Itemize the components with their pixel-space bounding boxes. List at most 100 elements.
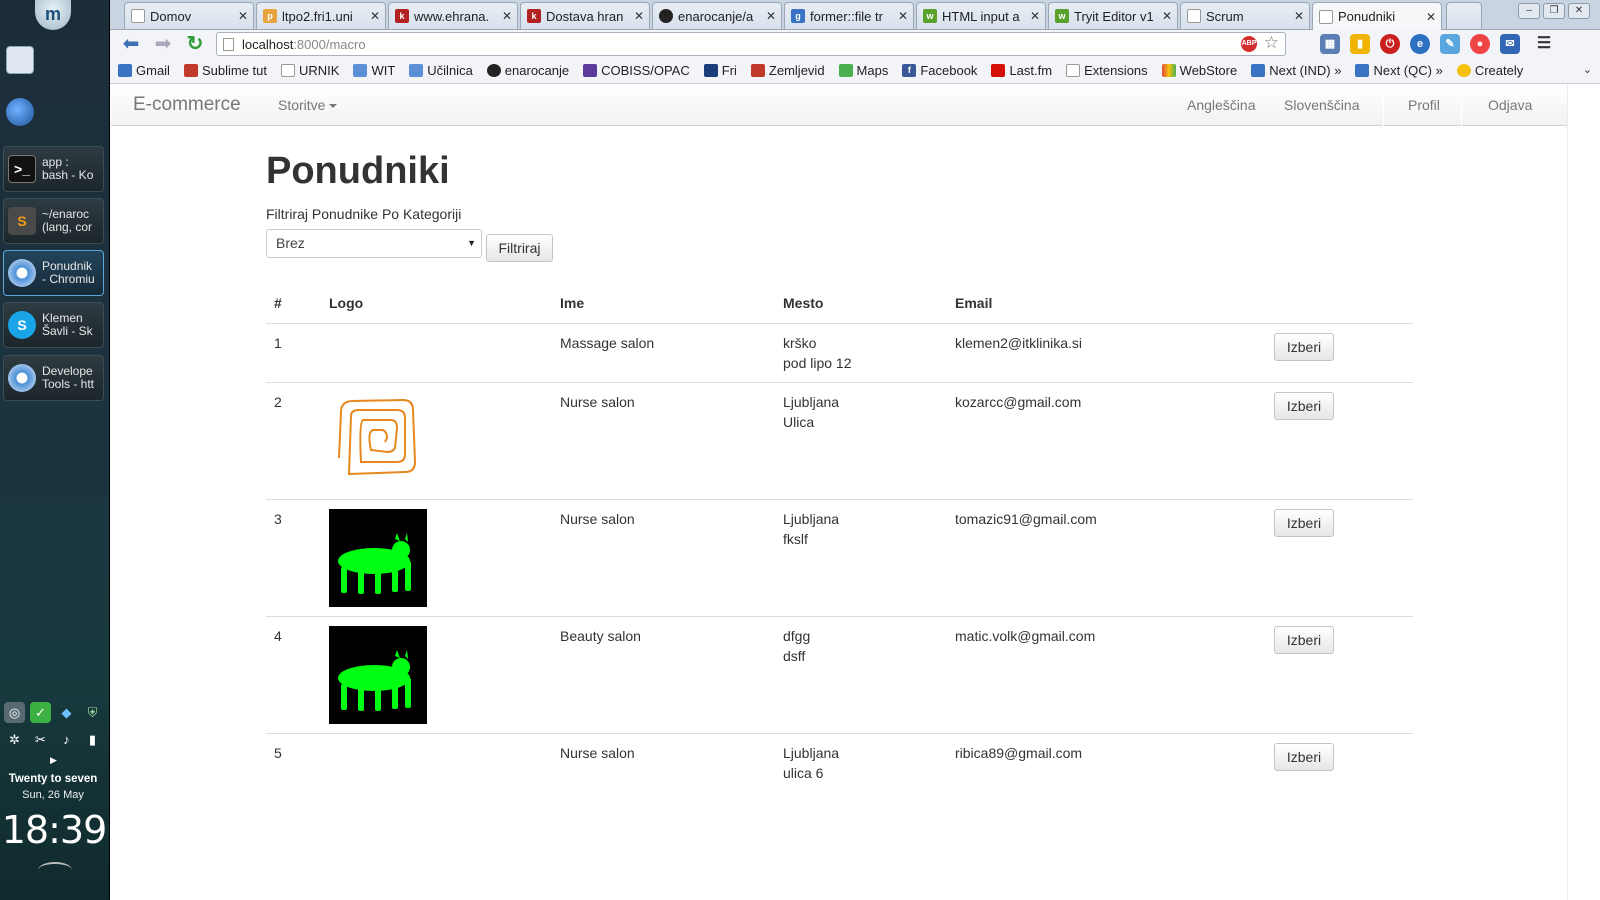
bookmark-facebook[interactable]: f Facebook [902,63,977,78]
page-scrollbar[interactable] [1567,84,1600,900]
task-chromium[interactable]: Ponudnik - Chromiu [3,250,104,296]
address-bar[interactable]: localhost:8000/macro ABP ☆ [216,32,1286,56]
back-icon[interactable]: ⬅ [118,32,144,56]
new-tab-button[interactable] [1446,2,1482,29]
logout-link[interactable]: Odjava [1488,97,1532,113]
bookmark-creately[interactable]: Creately [1456,63,1523,78]
mail-icon[interactable]: ✉ [1500,34,1520,54]
forward-icon[interactable]: ➡ [150,32,176,56]
battery-icon[interactable]: ▮ [82,729,103,750]
bookmark-wit[interactable]: WIT [353,63,395,78]
minimize-icon[interactable]: – [1518,3,1540,19]
tab-ltpo2[interactable]: p ltpo2.fri1.uni ✕ [256,2,386,29]
shield-icon[interactable]: ⛨ [82,702,103,723]
close-icon[interactable]: ✕ [897,9,909,23]
tab-github[interactable]: enarocanje/a ✕ [652,2,782,29]
tab-tryit[interactable]: w Tryit Editor v1 ✕ [1048,2,1178,29]
bookmark-ucilnica[interactable]: Učilnica [409,63,473,78]
extension-power-icon[interactable]: ⏻ [1380,34,1400,54]
bookmark-label: Last.fm [1009,63,1053,78]
task-skype[interactable]: S Klemen Šavli - Sk [3,302,104,348]
bookmark-zemljevid[interactable]: Zemljevid [750,63,825,78]
extension-e-icon[interactable]: e [1410,34,1430,54]
network-icon[interactable]: ◎ [4,702,25,723]
page-icon [1187,9,1201,23]
volume-icon[interactable]: ♪ [56,729,77,750]
files-icon[interactable] [6,46,34,74]
extension-grid-icon[interactable]: ▦ [1320,34,1340,54]
close-icon[interactable]: ✕ [1293,9,1305,23]
adblock-icon[interactable]: ABP [1241,36,1257,52]
select-vendor-button[interactable]: Izberi [1274,391,1334,420]
scissors-icon[interactable]: ✂ [30,729,51,750]
brand-link[interactable]: E-commerce [133,94,241,116]
thunderbird-icon[interactable] [6,98,34,126]
green-animal-logo-image [329,508,427,607]
bookmark-next-qc[interactable]: Next (QC) » [1355,63,1443,78]
tab-title: former::file tr [810,8,883,24]
bookmark-urnik[interactable]: URNIK [281,63,339,78]
close-icon[interactable]: ✕ [1029,9,1041,23]
profile-link[interactable]: Profil [1408,97,1440,113]
tab-scrum[interactable]: Scrum ✕ [1180,2,1310,29]
tab-dostava[interactable]: k Dostava hran ✕ [520,2,650,29]
close-icon[interactable]: ✕ [369,9,381,23]
chevron-down-icon[interactable]: ⌄ [1583,63,1592,76]
select-vendor-button[interactable]: Izberi [1274,508,1334,537]
url-path: :8000/macro [293,36,366,52]
tray-expand-icon[interactable]: ▶ [50,755,57,766]
bookmark-enarocanje[interactable]: enarocanje [486,63,569,78]
task-sublime[interactable]: S ~/enaroc (lang, cor [3,198,104,244]
close-icon[interactable]: ✕ [765,9,777,23]
bookmark-lastfm[interactable]: Last.fm [991,63,1052,78]
star-icon[interactable]: ☆ [1264,33,1279,53]
menu-icon[interactable]: ☰ [1534,34,1554,54]
extension-edit-icon[interactable]: ✎ [1440,34,1460,54]
tab-ponudniki[interactable]: Ponudniki ✕ [1312,2,1442,30]
category-select[interactable]: Brez ▼ [266,229,482,258]
bookmark-label: Fri [721,63,737,78]
page-icon [1319,9,1333,24]
select-vendor-button[interactable]: Izberi [1274,742,1334,771]
settings-icon[interactable]: ✲ [4,729,25,750]
close-icon[interactable]: ✕ [1161,9,1173,23]
services-dropdown[interactable]: Storitve [278,97,338,113]
eye-icon[interactable] [38,862,72,878]
tab-ehrana[interactable]: k www.ehrana. ✕ [388,2,518,29]
folder-icon [118,64,132,77]
lang-slovenian-link[interactable]: Slovenščina [1284,97,1360,113]
menu-logo-icon[interactable]: m [35,0,71,30]
filter-button[interactable]: Filtriraj [486,234,553,262]
update-check-icon[interactable]: ✓ [30,702,51,723]
task-devtools[interactable]: Develope Tools - htt [3,355,104,401]
maximize-icon[interactable]: ❐ [1543,3,1565,19]
bookmark-cobiss[interactable]: COBISS/OPAC [583,63,690,78]
bookmark-webstore[interactable]: WebStore [1161,63,1237,78]
select-vendor-button[interactable]: Izberi [1274,332,1334,361]
close-icon[interactable]: ✕ [501,9,513,23]
close-window-icon[interactable]: ✕ [1568,3,1590,19]
reload-icon[interactable]: ↻ [182,32,208,56]
bookmark-next-ind[interactable]: Next (IND) » [1251,63,1341,78]
bookmark-extensions[interactable]: Extensions [1066,63,1148,78]
bookmark-gmail[interactable]: Gmail [118,63,170,78]
select-vendor-button[interactable]: Izberi [1274,625,1334,654]
task-terminal[interactable]: >_ app : bash - Ko [3,146,104,192]
clock-time[interactable]: 18:39 [0,808,108,852]
bookmark-sublime-tut[interactable]: Sublime tut [183,63,267,78]
tab-former[interactable]: g former::file tr ✕ [784,2,914,29]
lang-english-link[interactable]: Angleščina [1187,97,1256,113]
tab-domov[interactable]: Domov ✕ [124,2,254,29]
bookmark-fri[interactable]: Fri [703,63,737,78]
extension-chart-icon[interactable]: ▮ [1350,34,1370,54]
close-icon[interactable]: ✕ [633,9,645,23]
close-icon[interactable]: ✕ [237,9,249,23]
close-icon[interactable]: ✕ [1425,10,1437,24]
dropbox-icon[interactable]: ◆ [56,702,77,723]
creately-icon [1456,64,1471,77]
extension-record-icon[interactable]: ● [1470,34,1490,54]
tab-title: Scrum [1206,8,1244,24]
bookmark-maps[interactable]: Maps [838,63,888,78]
tab-title: Tryit Editor v1 [1074,8,1154,24]
tab-html-input[interactable]: w HTML input a ✕ [916,2,1046,29]
